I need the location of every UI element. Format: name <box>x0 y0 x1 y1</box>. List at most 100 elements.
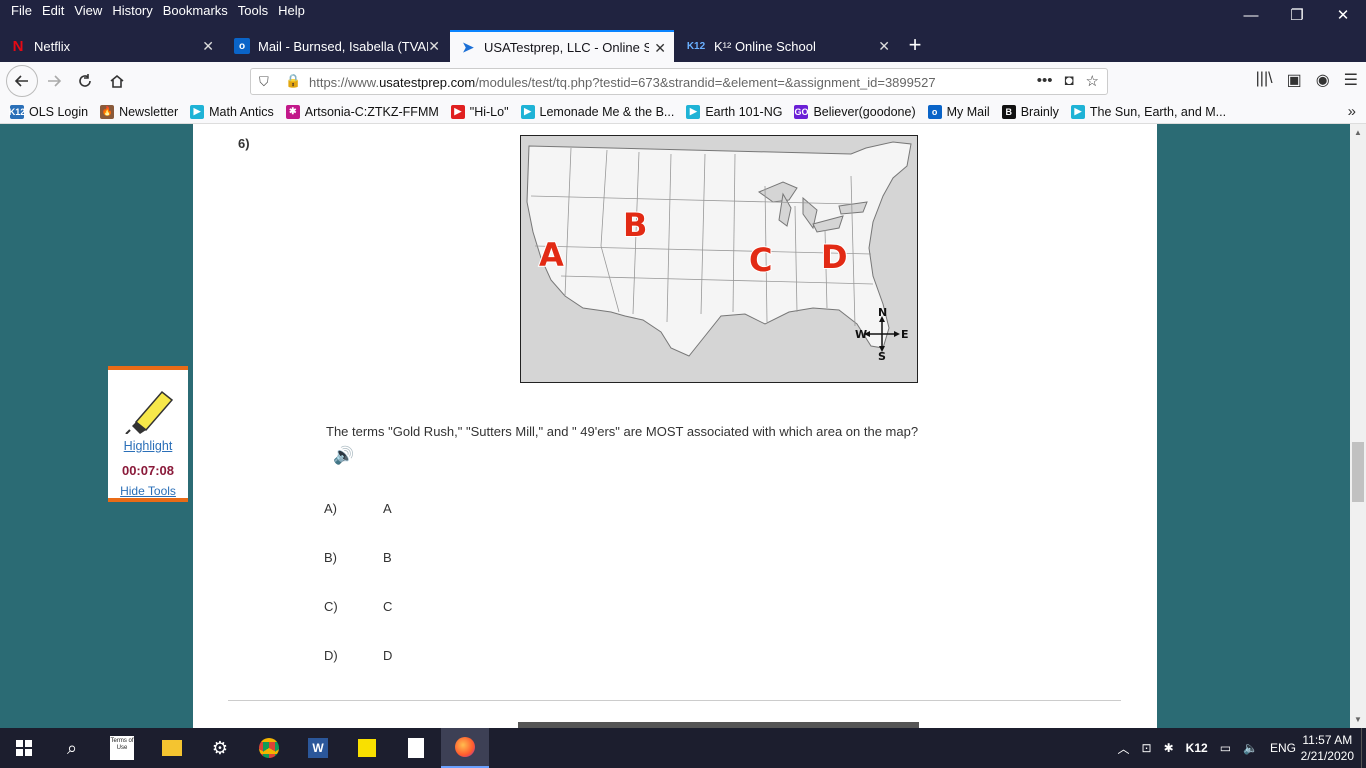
more-bookmarks-icon[interactable]: » <box>1348 103 1356 120</box>
home-icon <box>110 74 124 88</box>
tab-usatestprep[interactable]: ➤ USATestprep, LLC - Online State ✕ <box>450 30 674 62</box>
file-explorer-icon[interactable] <box>148 728 196 768</box>
bookmark-star-icon[interactable]: ☆ <box>1086 72 1099 90</box>
settings-icon[interactable]: ⚙ <box>196 728 244 768</box>
bookmark-item[interactable]: ▶ Math Antics <box>190 104 274 119</box>
navigation-bar: ⛉ 🔒 https://www.usatestprep.com/modules/… <box>0 62 1366 100</box>
close-tab-icon[interactable]: ✕ <box>878 38 890 55</box>
pocket-icon[interactable]: ◘ <box>1064 72 1073 90</box>
bookmark-label: OLS Login <box>29 104 89 119</box>
sidebar-icon[interactable]: ▣ <box>1287 70 1302 90</box>
sticky-notes-icon[interactable] <box>343 728 391 768</box>
url-bar[interactable]: ⛉ 🔒 https://www.usatestprep.com/modules/… <box>250 68 1108 95</box>
page-scrollbar[interactable]: ▲ ▼ <box>1350 124 1366 728</box>
map-label-b: B <box>623 206 647 244</box>
url-text[interactable]: https://www.usatestprep.com/modules/test… <box>309 75 1014 90</box>
bookmark-item[interactable]: GO Believer(goodone) <box>794 104 916 119</box>
menu-bar: File Edit View History Bookmarks Tools H… <box>6 0 310 22</box>
volume-icon[interactable]: 🔈 <box>1243 741 1258 755</box>
forward-button[interactable] <box>40 67 68 95</box>
bookmark-item[interactable]: 🔥 Newsletter <box>100 104 179 119</box>
library-icon[interactable]: |||\ <box>1256 70 1273 90</box>
minimize-button[interactable]: — <box>1228 0 1274 30</box>
menu-tools[interactable]: Tools <box>233 0 273 22</box>
home-button[interactable] <box>103 67 131 95</box>
page-actions-icon[interactable]: ••• <box>1037 72 1053 90</box>
bookmark-item[interactable]: o My Mail <box>927 104 990 119</box>
outlook-icon: o <box>234 38 250 54</box>
calculator-icon[interactable] <box>392 728 440 768</box>
k12-tray-icon[interactable]: K12 <box>1186 741 1208 755</box>
answer-choice-a[interactable]: A) A <box>324 501 392 516</box>
bookmark-icon: 🔥 <box>100 104 115 119</box>
menu-help[interactable]: Help <box>273 0 310 22</box>
show-hidden-icons-icon[interactable]: ︿ <box>1118 740 1130 757</box>
bookmark-label: Lemonade Me & the B... <box>539 104 675 119</box>
tab-k12[interactable]: K12 K¹² Online School ✕ <box>676 30 898 62</box>
choice-letter: D) <box>324 648 338 663</box>
hide-tools-link[interactable]: Hide Tools <box>108 484 188 498</box>
menu-bookmarks[interactable]: Bookmarks <box>158 0 233 22</box>
bookmark-item[interactable]: K12 OLS Login <box>9 104 89 119</box>
scroll-down-icon[interactable]: ▼ <box>1354 715 1362 724</box>
bookmark-item[interactable]: ▶ "Hi-Lo" <box>450 104 509 119</box>
highlight-link[interactable]: Highlight <box>108 439 188 453</box>
answer-choice-d[interactable]: D) D <box>324 648 392 663</box>
compass-s: S <box>878 350 886 363</box>
close-tab-icon[interactable]: ✕ <box>202 38 214 55</box>
answer-choice-c[interactable]: C) C <box>324 599 392 614</box>
clock[interactable]: 11:57 AM 2/21/2020 <box>1301 732 1354 764</box>
firefox-icon[interactable] <box>441 728 489 768</box>
windows-start-icon[interactable] <box>0 728 48 768</box>
terms-of-use-taskbar-icon[interactable]: Terms of Use <box>98 728 146 768</box>
menu-file[interactable]: File <box>6 0 37 22</box>
menu-edit[interactable]: Edit <box>37 0 69 22</box>
scroll-up-icon[interactable]: ▲ <box>1354 128 1362 137</box>
chrome-icon[interactable] <box>245 728 293 768</box>
compass-e: E <box>901 328 909 341</box>
bookmark-item[interactable]: B Brainly <box>1001 104 1059 119</box>
bookmark-icon: GO <box>794 104 809 119</box>
network-alert-icon[interactable]: ⊡ <box>1142 741 1152 755</box>
us-map-image: A B C D N S E W <box>520 135 918 383</box>
word-icon[interactable]: W <box>294 728 342 768</box>
url-actions: ••• ◘ ☆ <box>1037 72 1099 90</box>
answer-choice-b[interactable]: B) B <box>324 550 392 565</box>
battery-icon[interactable]: ▭ <box>1220 741 1231 755</box>
bluetooth-icon[interactable]: ✱ <box>1164 741 1174 755</box>
menu-view[interactable]: View <box>69 0 107 22</box>
search-icon[interactable]: ⌕ <box>48 728 96 768</box>
tab-netflix[interactable]: N Netflix ✕ <box>0 30 222 62</box>
speaker-icon[interactable]: 🔊 <box>333 446 354 466</box>
hamburger-menu-icon[interactable]: ☰ <box>1344 70 1358 90</box>
language-indicator[interactable]: ENG <box>1270 741 1296 755</box>
show-desktop-button[interactable] <box>1361 728 1366 768</box>
close-tab-icon[interactable]: ✕ <box>428 38 440 55</box>
bookmark-item[interactable]: ✱ Artsonia-C:ZTKZ-FFMM <box>285 104 439 119</box>
back-button[interactable] <box>6 65 38 97</box>
close-tab-icon[interactable]: ✕ <box>654 40 666 57</box>
new-tab-button[interactable]: + <box>903 34 927 58</box>
bookmark-label: Newsletter <box>119 104 179 119</box>
tab-title: Mail - Burnsed, Isabella (TVAH <box>258 38 428 54</box>
reload-button[interactable] <box>71 67 99 95</box>
lock-icon[interactable]: 🔒 <box>285 73 301 89</box>
bookmark-item[interactable]: ▶ The Sun, Earth, and M... <box>1070 104 1226 119</box>
choice-letter: C) <box>324 599 338 614</box>
account-icon[interactable]: ◉ <box>1316 70 1330 90</box>
choice-text: A <box>383 501 392 516</box>
bookmark-item[interactable]: ▶ Lemonade Me & the B... <box>520 104 675 119</box>
tab-title: K¹² Online School <box>714 38 816 54</box>
menu-history[interactable]: History <box>107 0 157 22</box>
highlighter-icon[interactable] <box>118 384 178 435</box>
timer: 00:07:08 <box>121 463 175 478</box>
tab-title: USATestprep, LLC - Online State <box>484 39 649 55</box>
restore-button[interactable]: ❐ <box>1274 0 1320 30</box>
close-window-button[interactable]: ✕ <box>1320 0 1366 30</box>
bookmark-icon: o <box>927 104 942 119</box>
tab-mail[interactable]: o Mail - Burnsed, Isabella (TVAH ✕ <box>224 30 448 62</box>
tracking-shield-icon[interactable]: ⛉ <box>259 74 269 90</box>
k12-icon: K12 <box>686 40 706 52</box>
scroll-thumb[interactable] <box>1352 442 1364 502</box>
bookmark-item[interactable]: ▶ Earth 101-NG <box>686 104 782 119</box>
